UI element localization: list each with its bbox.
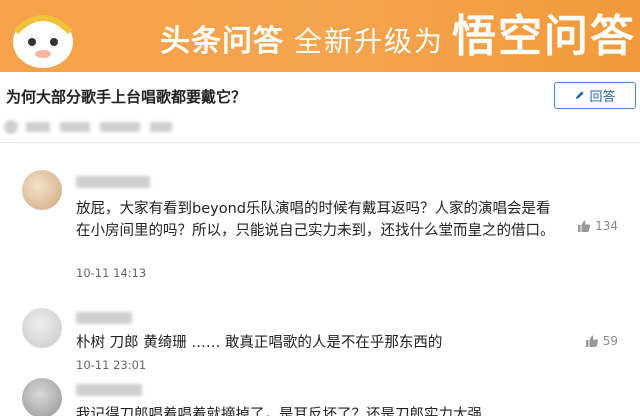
answer-timestamp: 10-11 14:13 — [76, 266, 147, 280]
like-button[interactable]: 59 — [585, 334, 618, 348]
avatar[interactable] — [22, 378, 62, 416]
promo-banner[interactable]: 头条问答 全新升级为 悟空问答 — [0, 0, 640, 72]
avatar[interactable] — [22, 170, 62, 210]
asker-info-blurred — [0, 118, 180, 136]
like-count: 134 — [595, 219, 618, 233]
new-brand-name: 悟空问答 — [452, 11, 637, 62]
monkey-mascot-icon — [13, 15, 73, 68]
pencil-icon — [576, 91, 585, 100]
like-count: 59 — [602, 334, 618, 348]
answer-text: 放屁，大家有看到beyond乐队演唱的时候有戴耳返吗？人家的演唱会是看在小房间里… — [76, 201, 555, 239]
divider — [0, 142, 640, 143]
thumbs-up-icon — [578, 220, 591, 232]
brand-name: 头条问答 — [160, 24, 284, 59]
answer-button[interactable]: 回答 — [554, 82, 636, 109]
question-title: 为何大部分歌手上台唱歌都要戴它？ — [6, 88, 247, 106]
answer-button-label: 回答 — [589, 90, 616, 105]
answer-text: 我记得刀郎唱着唱着就摘掉了，是耳反坏了？还是刀郎实力太强 — [76, 407, 482, 416]
avatar[interactable] — [22, 308, 62, 348]
banner-slogan: 全新升级为 — [294, 25, 445, 58]
like-button[interactable]: 134 — [577, 219, 618, 233]
answer-text: 朴树 刀郎 黄绮珊 …… 敢真正唱歌的人是不在乎那东西的 — [76, 335, 443, 351]
thumbs-up-icon — [585, 335, 598, 347]
answer-timestamp: 10-11 23:01 — [76, 358, 147, 372]
